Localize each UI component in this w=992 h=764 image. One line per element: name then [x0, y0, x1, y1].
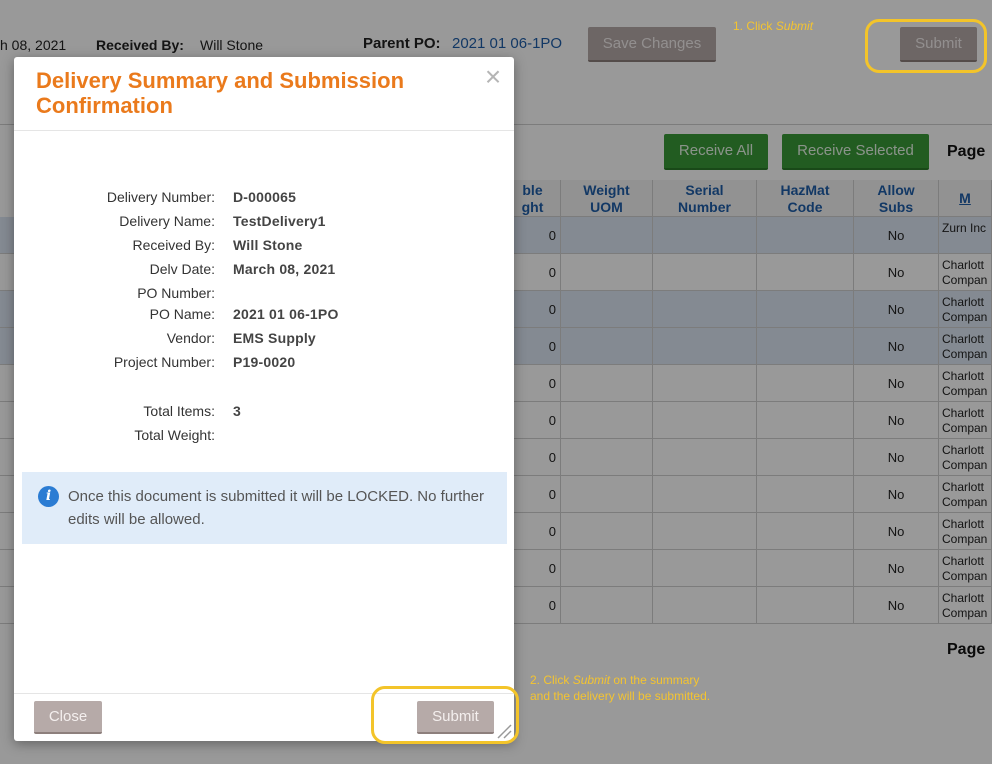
total-label: Total Weight: [134, 427, 215, 443]
field-value: Will Stone [233, 237, 303, 253]
field-label: Delivery Name: [119, 213, 215, 229]
field-value: TestDelivery1 [233, 213, 326, 229]
dialog-title: Delivery Summary and Submission Confirma… [36, 68, 405, 118]
field-label: PO Name: [149, 306, 215, 322]
close-button[interactable]: Close [34, 701, 102, 734]
annotation-step-1: 1. Click Submit [733, 18, 813, 34]
annotation-emphasis: Submit [572, 673, 611, 687]
annotation-emphasis: Submit [775, 19, 814, 33]
annotation-text: 2. Click [530, 673, 573, 687]
field-label: Project Number: [113, 354, 215, 370]
annotation-text: and the delivery will be submitted. [530, 689, 711, 703]
total-label: Total Items: [143, 403, 215, 419]
close-icon[interactable]: × [480, 63, 506, 91]
annotation-step-2: 2. Click Submit on the summary and the d… [530, 672, 710, 704]
annotation-text: 1. Click [733, 19, 776, 33]
field-label: Received By: [132, 237, 215, 253]
dialog-header-divider [14, 130, 514, 131]
field-value: March 08, 2021 [233, 261, 336, 277]
field-label: Delv Date: [149, 261, 215, 277]
locked-warning-text: Once this document is submitted it will … [68, 488, 485, 528]
highlight-ring-header-submit [865, 19, 987, 73]
field-label: Vendor: [166, 330, 215, 346]
delivery-summary-dialog: Delivery Summary and Submission Confirma… [14, 57, 514, 741]
highlight-ring-dialog-submit [371, 686, 519, 744]
field-value: D-000065 [233, 189, 297, 205]
total-value: 3 [233, 403, 241, 419]
field-value: EMS Supply [233, 330, 316, 346]
field-value: 2021 01 06-1PO [233, 306, 339, 322]
locked-warning-callout: i Once this document is submitted it wil… [22, 472, 507, 544]
field-label: PO Number: [137, 285, 215, 301]
info-icon: i [38, 486, 59, 507]
annotation-text: on the summary [610, 673, 700, 687]
field-label: Delivery Number: [106, 189, 215, 205]
field-value: P19-0020 [233, 354, 296, 370]
